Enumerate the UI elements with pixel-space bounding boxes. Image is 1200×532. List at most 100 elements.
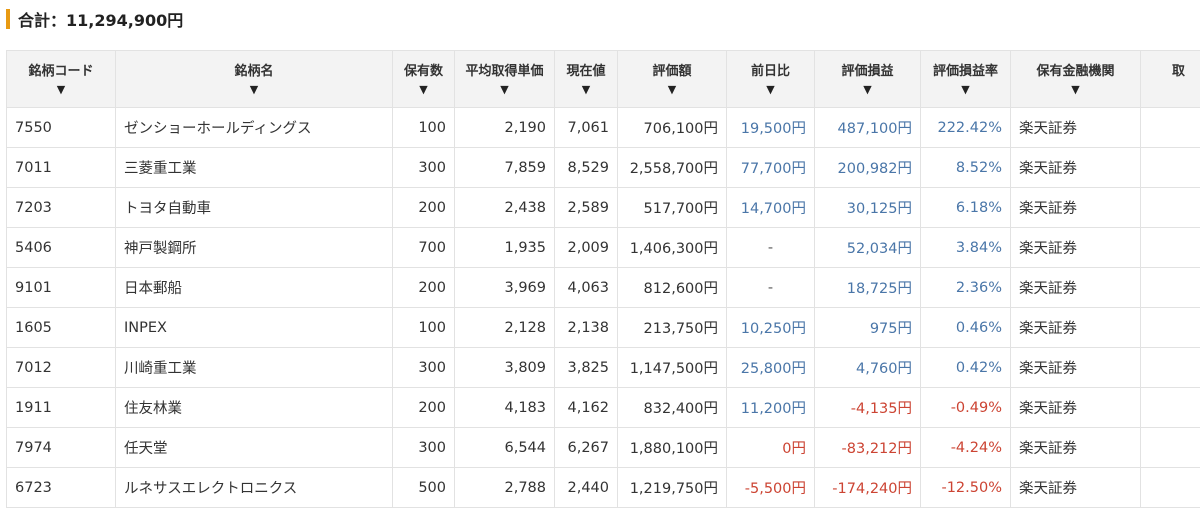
cell-daily-change: 10,250円 [726,307,815,348]
cell-broker: 楽天証券 [1010,227,1141,268]
cell-code: 7203 [6,187,116,228]
sort-desc-icon[interactable]: ▼ [618,83,726,96]
cell-average-cost: 2,788 [454,467,555,508]
cell-market-value: 213,750円 [617,307,727,348]
column-header-unrealized-gain[interactable]: 評価損益 ▼ [814,50,921,108]
cell-market-value: 1,880,100円 [617,427,727,468]
portfolio-total: 合計：11,294,900円 [6,8,183,30]
cell-truncated [1140,467,1200,508]
cell-gain-rate: 8.52% [920,147,1011,188]
table-row[interactable]: 5406 神戸製鋼所 700 1,935 2,009 1,406,300円 -52,034円… [6,227,1200,268]
cell-code: 5406 [6,227,116,268]
cell-current-price: 3,825 [554,347,618,388]
column-header-current-price[interactable]: 現在値 ▼ [554,50,618,108]
column-header-code[interactable]: 銘柄コード ▼ [6,50,116,108]
cell-quantity: 200 [392,267,455,308]
cell-average-cost: 1,935 [454,227,555,268]
cell-truncated [1140,267,1200,308]
column-header-daily-change[interactable]: 前日比 ▼ [726,50,815,108]
cell-quantity: 700 [392,227,455,268]
column-header-gain-rate[interactable]: 評価損益率 ▼ [920,50,1011,108]
cell-broker: 楽天証券 [1010,147,1141,188]
cell-quantity: 500 [392,467,455,508]
cell-broker: 楽天証券 [1010,347,1141,388]
cell-market-value: 812,600円 [617,267,727,308]
column-header-truncated[interactable]: 取 [1140,50,1200,108]
holdings-table: 銘柄コード ▼ 銘柄名 ▼ 保有数 ▼ 平均取得単価 ▼ 現在値 ▼ 評価額 ▼ 前日比 ▼ … [6,50,1200,508]
cell-name: 神戸製鋼所 [115,227,393,268]
table-row[interactable]: 7550 ゼンショーホールディングス 100 2,190 7,061 706,100円 19… [6,107,1200,148]
cell-quantity: 200 [392,187,455,228]
table-row[interactable]: 7012 川崎重工業 300 3,809 3,825 1,147,500円 25,800円 4… [6,347,1200,388]
sort-desc-icon[interactable]: ▼ [727,83,814,96]
cell-truncated [1140,387,1200,428]
cell-quantity: 300 [392,427,455,468]
cell-unrealized-gain: 18,725円 [814,267,921,308]
cell-unrealized-gain: 975円 [814,307,921,348]
cell-average-cost: 2,128 [454,307,555,348]
cell-daily-change: 77,700円 [726,147,815,188]
cell-unrealized-gain: 4,760円 [814,347,921,388]
table-row[interactable]: 7203 トヨタ自動車 200 2,438 2,589 517,700円 14,700円 30… [6,187,1200,228]
table-row[interactable]: 9101 日本郵船 200 3,969 4,063 812,600円 -18,725円 2.3… [6,267,1200,308]
sort-desc-icon[interactable]: ▼ [455,83,554,96]
cell-daily-change: - [726,227,815,268]
sort-desc-icon[interactable]: ▼ [555,83,617,96]
column-header-broker[interactable]: 保有金融機関 ▼ [1010,50,1141,108]
cell-code: 6723 [6,467,116,508]
cell-broker: 楽天証券 [1010,467,1141,508]
table-row[interactable]: 7011 三菱重工業 300 7,859 8,529 2,558,700円 77,700円 2… [6,147,1200,188]
cell-daily-change: 25,800円 [726,347,815,388]
column-header-market-value[interactable]: 評価額 ▼ [617,50,727,108]
cell-gain-rate: -4.24% [920,427,1011,468]
holdings-table-body: 7550 ゼンショーホールディングス 100 2,190 7,061 706,100円 19… [6,107,1200,508]
cell-name: 任天堂 [115,427,393,468]
cell-code: 1605 [6,307,116,348]
column-header-name[interactable]: 銘柄名 ▼ [115,50,393,108]
cell-daily-change: 11,200円 [726,387,815,428]
cell-daily-change: 14,700円 [726,187,815,228]
cell-name: ゼンショーホールディングス [115,107,393,148]
table-row[interactable]: 7974 任天堂 300 6,544 6,267 1,880,100円 0円 -83,212円… [6,427,1200,468]
table-row[interactable]: 1911 住友林業 200 4,183 4,162 832,400円 11,200円 -4,1… [6,387,1200,428]
column-header-quantity[interactable]: 保有数 ▼ [392,50,455,108]
cell-gain-rate: -12.50% [920,467,1011,508]
cell-average-cost: 2,190 [454,107,555,148]
column-header-average-cost[interactable]: 平均取得単価 ▼ [454,50,555,108]
cell-broker: 楽天証券 [1010,387,1141,428]
cell-gain-rate: -0.49% [920,387,1011,428]
sort-desc-icon[interactable]: ▼ [116,83,392,96]
cell-truncated [1140,227,1200,268]
sort-desc-icon[interactable]: ▼ [1011,83,1140,96]
cell-gain-rate: 222.42% [920,107,1011,148]
cell-truncated [1140,187,1200,228]
holdings-table-container: 銘柄コード ▼ 銘柄名 ▼ 保有数 ▼ 平均取得単価 ▼ 現在値 ▼ 評価額 ▼ 前日比 ▼ … [6,50,1200,512]
cell-current-price: 4,162 [554,387,618,428]
cell-current-price: 6,267 [554,427,618,468]
cell-average-cost: 2,438 [454,187,555,228]
table-row[interactable]: 6723 ルネサスエレクトロニクス 500 2,788 2,440 1,219,750円 -… [6,467,1200,508]
cell-average-cost: 3,969 [454,267,555,308]
cell-market-value: 2,558,700円 [617,147,727,188]
table-row[interactable]: 1605 INPEX 100 2,128 2,138 213,750円 10,250円 975… [6,307,1200,348]
cell-truncated [1140,107,1200,148]
sort-desc-icon[interactable]: ▼ [921,83,1010,96]
cell-unrealized-gain: -4,135円 [814,387,921,428]
cell-broker: 楽天証券 [1010,307,1141,348]
sort-desc-icon[interactable]: ▼ [815,83,920,96]
cell-truncated [1140,147,1200,188]
cell-name: ルネサスエレクトロニクス [115,467,393,508]
cell-daily-change: 19,500円 [726,107,815,148]
cell-broker: 楽天証券 [1010,427,1141,468]
cell-truncated [1140,307,1200,348]
cell-gain-rate: 0.46% [920,307,1011,348]
cell-unrealized-gain: 30,125円 [814,187,921,228]
cell-quantity: 100 [392,107,455,148]
cell-current-price: 7,061 [554,107,618,148]
sort-desc-icon[interactable]: ▼ [393,83,454,96]
sort-desc-icon[interactable]: ▼ [7,83,115,96]
cell-unrealized-gain: -174,240円 [814,467,921,508]
cell-quantity: 200 [392,387,455,428]
cell-broker: 楽天証券 [1010,187,1141,228]
cell-name: 日本郵船 [115,267,393,308]
